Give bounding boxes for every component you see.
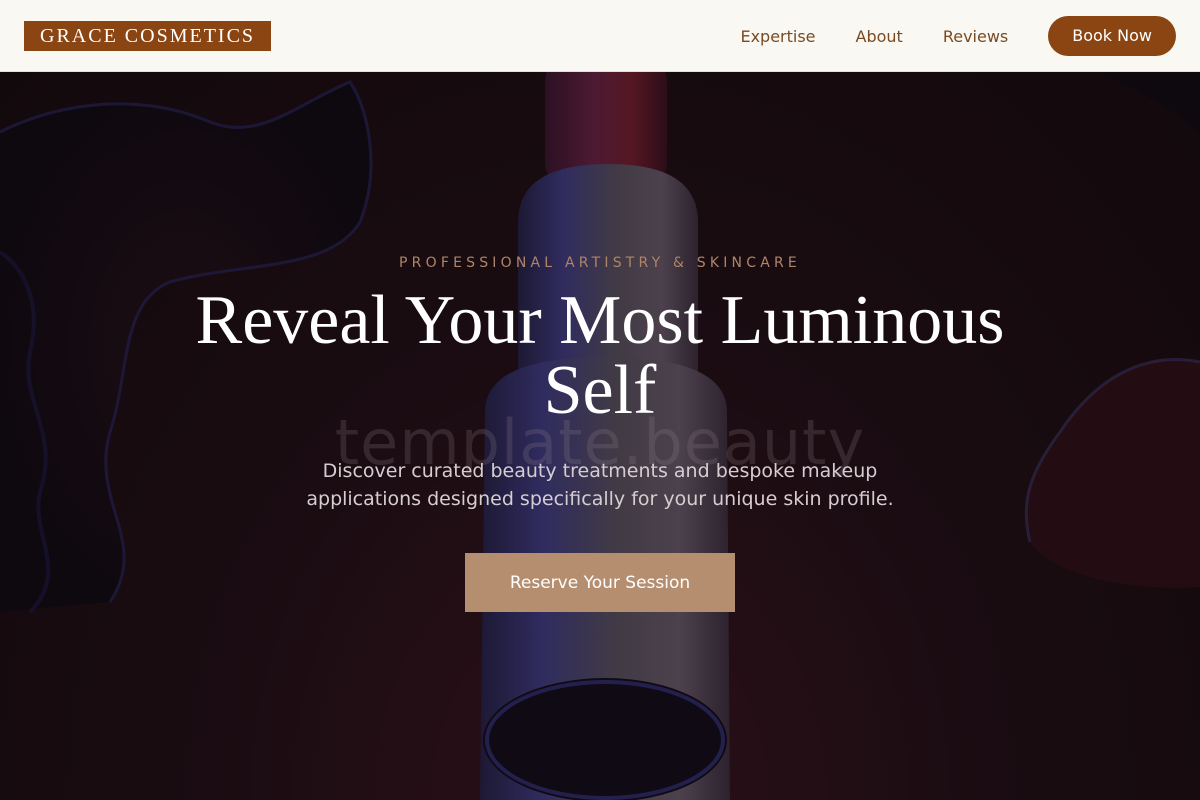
hero-eyebrow: PROFESSIONAL ARTISTRY & SKINCARE: [399, 255, 801, 271]
nav-link-reviews[interactable]: Reviews: [943, 27, 1008, 46]
hero-section: PROFESSIONAL ARTISTRY & SKINCARE Reveal …: [0, 72, 1200, 800]
hero-title: Reveal Your Most Luminous Self: [195, 282, 1005, 429]
brand-logo[interactable]: GRACE COSMETICS: [24, 21, 272, 51]
book-now-button[interactable]: Book Now: [1048, 16, 1176, 56]
nav-link-expertise[interactable]: Expertise: [740, 27, 815, 46]
top-navbar: GRACE COSMETICS Expertise About Reviews …: [0, 0, 1200, 72]
hero-subtitle: Discover curated beauty treatments and b…: [306, 460, 894, 510]
nav-link-about[interactable]: About: [856, 27, 903, 46]
reserve-session-button[interactable]: Reserve Your Session: [465, 553, 735, 612]
nav-links: Expertise About Reviews Book Now: [740, 16, 1176, 56]
hero-content: PROFESSIONAL ARTISTRY & SKINCARE Reveal …: [0, 72, 1200, 800]
